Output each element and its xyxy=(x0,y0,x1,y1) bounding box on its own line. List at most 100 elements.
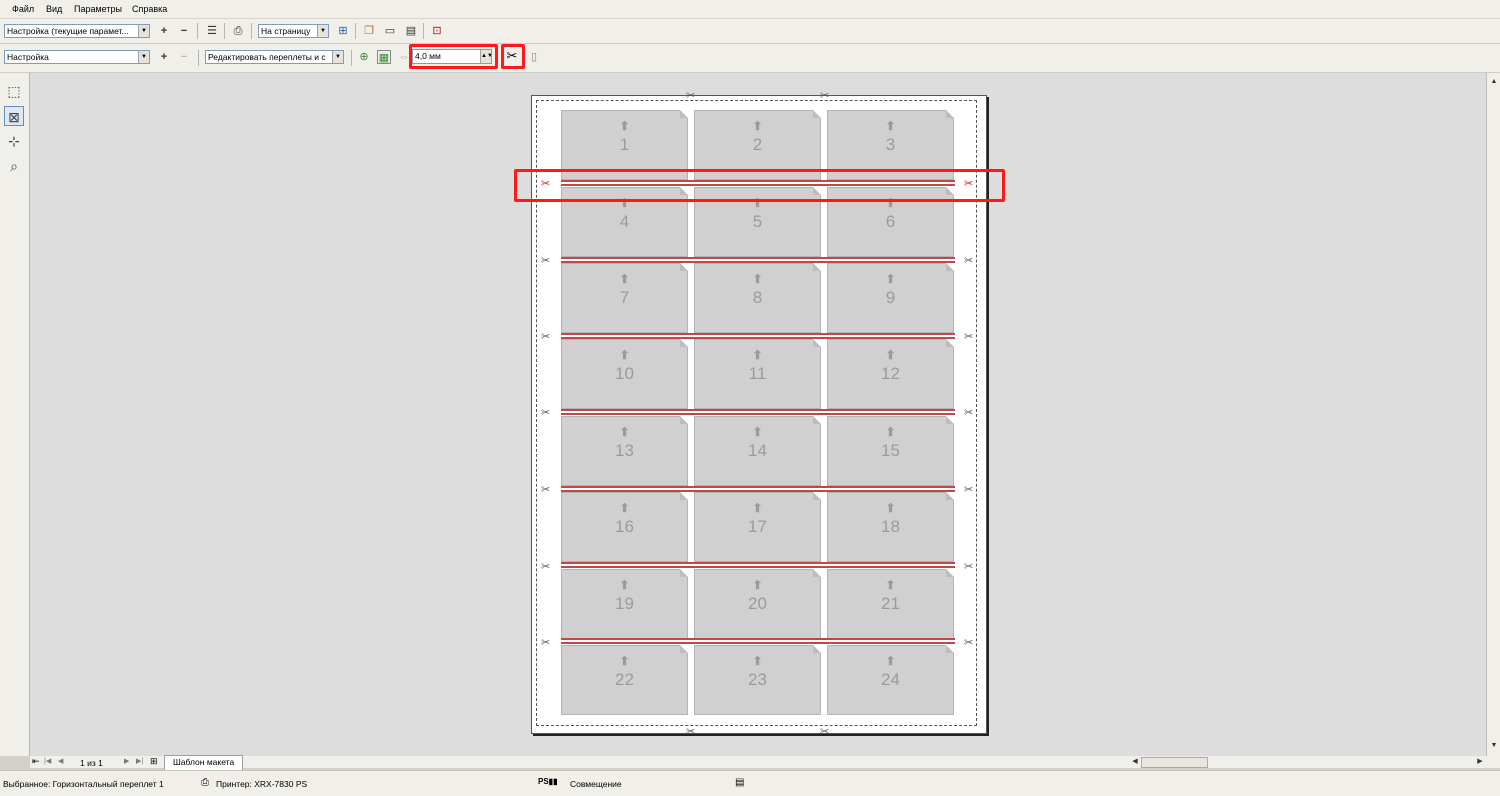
up-arrow-icon: ⬆ xyxy=(752,272,763,286)
card[interactable]: ⬆ 24 xyxy=(827,645,954,715)
remove-preset-icon[interactable]: − xyxy=(177,24,191,38)
card-number: 7 xyxy=(619,288,630,307)
prev-page-icon[interactable]: ◀ xyxy=(58,757,63,765)
menu-help[interactable]: Справка xyxy=(132,4,167,14)
up-arrow-icon: ⬆ xyxy=(619,654,630,668)
cut-mark-scissors-icon: ✂ xyxy=(820,90,830,102)
remove-layout-icon[interactable]: − xyxy=(177,50,191,64)
cut-mark-scissors-icon: ✂ xyxy=(964,407,974,419)
card-number: 1 xyxy=(619,135,630,154)
card[interactable]: ⬆ 8 xyxy=(694,263,821,333)
edit-mode-value: Редактировать переплеты и с xyxy=(208,52,326,62)
prev-start-icon[interactable]: |◀ xyxy=(44,757,51,765)
first-page-icon[interactable]: ⇤ xyxy=(32,756,40,767)
marks-placement-tool-icon[interactable]: ⊹ xyxy=(4,131,24,151)
chevron-down-icon: ▼ xyxy=(317,25,328,37)
tab-layout-template[interactable]: Шаблон макета xyxy=(164,755,244,771)
cut-mark-scissors-icon: ✂ xyxy=(686,726,696,738)
horizontal-gutter-line[interactable] xyxy=(561,333,955,339)
edit-mode-dropdown[interactable]: Редактировать переплеты и с ▼ xyxy=(205,50,344,64)
cut-mark-scissors-icon: ✂ xyxy=(964,255,974,267)
card[interactable]: ⬆ 19 xyxy=(561,569,688,639)
card-number: 6 xyxy=(885,212,896,231)
horizontal-gutter-line[interactable] xyxy=(561,638,955,644)
scroll-right-icon[interactable]: ▶ xyxy=(1474,756,1486,768)
card[interactable]: ⬆ 21 xyxy=(827,569,954,639)
card[interactable]: ⬆ 11 xyxy=(694,339,821,409)
next-page-icon[interactable]: ▶ xyxy=(124,757,129,765)
card[interactable]: ⬆ 12 xyxy=(827,339,954,409)
card[interactable]: ⬆ 15 xyxy=(827,416,954,486)
print-icon[interactable]: ⎙ xyxy=(231,24,245,38)
up-arrow-icon: ⬆ xyxy=(885,654,896,668)
horizontal-gutter-line[interactable] xyxy=(561,257,955,263)
up-arrow-icon: ⬆ xyxy=(885,425,896,439)
preset-dropdown[interactable]: Настройка (текущие парамет... ▼ xyxy=(4,24,150,38)
cut-mark-scissors-icon: ✂ xyxy=(541,484,551,496)
document-info-icon[interactable]: ▤ xyxy=(735,777,744,788)
card[interactable]: ⬆ 22 xyxy=(561,645,688,715)
card[interactable]: ⬆ 9 xyxy=(827,263,954,333)
chevron-down-icon: ▼ xyxy=(138,25,149,37)
zoom-dropdown[interactable]: На страницу ▼ xyxy=(258,24,329,38)
separator xyxy=(224,23,225,39)
add-preset-icon[interactable]: + xyxy=(157,24,171,38)
up-arrow-icon: ⬆ xyxy=(885,119,896,133)
up-arrow-icon: ⬆ xyxy=(619,425,630,439)
up-arrow-icon: ⬆ xyxy=(885,578,896,592)
card-number: 10 xyxy=(615,364,634,383)
scroll-left-icon[interactable]: ◀ xyxy=(1129,756,1141,768)
card-number: 21 xyxy=(881,594,900,613)
zoom-tool-icon[interactable]: ⌕ xyxy=(4,156,24,176)
copies-icon[interactable]: ❐ xyxy=(362,24,376,38)
up-arrow-icon: ⬆ xyxy=(885,272,896,286)
card-number: 8 xyxy=(752,288,763,307)
scroll-down-icon[interactable]: ▼ xyxy=(1488,740,1500,752)
card[interactable]: ⬆ 10 xyxy=(561,339,688,409)
layout-icon[interactable]: ▭ xyxy=(383,24,397,38)
scroll-thumb[interactable] xyxy=(1141,757,1208,768)
card-number: 3 xyxy=(885,135,896,154)
gutter-layout-icon[interactable]: ▦ xyxy=(377,50,391,64)
menu-file[interactable]: Файл xyxy=(12,4,34,14)
cut-mark-scissors-icon: ✂ xyxy=(541,637,551,649)
document-icon[interactable]: ▤ xyxy=(404,24,418,38)
card-number: 18 xyxy=(881,517,900,536)
card[interactable]: ⬆ 7 xyxy=(561,263,688,333)
marks-icon[interactable]: ▯ xyxy=(527,50,541,64)
separations-icon: PS▮▮ xyxy=(538,777,558,786)
add-gutter-icon[interactable]: ⊕ xyxy=(357,50,371,64)
last-page-icon[interactable]: ▶| xyxy=(136,757,143,765)
add-page-icon[interactable]: ⊞ xyxy=(150,756,158,767)
print-options-icon[interactable]: ☰ xyxy=(205,24,219,38)
card-number: 20 xyxy=(748,594,767,613)
imposition-tool-icon[interactable]: ⊠ xyxy=(4,106,24,126)
cut-mark-scissors-icon: ✂ xyxy=(541,331,551,343)
horizontal-gutter-line[interactable] xyxy=(561,486,955,492)
card[interactable]: ⬆ 14 xyxy=(694,416,821,486)
horizontal-gutter-line[interactable] xyxy=(561,409,955,415)
zoom-fit-icon[interactable]: ⊞ xyxy=(336,24,350,38)
card-number: 4 xyxy=(619,212,630,231)
menu-view[interactable]: Вид xyxy=(46,4,62,14)
scroll-up-icon[interactable]: ▲ xyxy=(1488,76,1500,88)
add-layout-icon[interactable]: + xyxy=(157,50,171,64)
status-separations: Совмещение xyxy=(570,779,622,789)
card[interactable]: ⬆ 17 xyxy=(694,492,821,562)
card[interactable]: ⬆ 23 xyxy=(694,645,821,715)
cut-mark-scissors-icon: ✂ xyxy=(964,331,974,343)
close-preview-icon[interactable]: ⊡ xyxy=(430,24,444,38)
menu-options[interactable]: Параметры xyxy=(74,4,122,14)
pick-tool-icon[interactable]: ⬚ xyxy=(4,81,24,101)
card[interactable]: ⬆ 20 xyxy=(694,569,821,639)
card[interactable]: ⬆ 13 xyxy=(561,416,688,486)
cut-mark-scissors-icon: ✂ xyxy=(541,178,551,190)
card[interactable]: ⬆ 18 xyxy=(827,492,954,562)
card[interactable]: ⬆ 16 xyxy=(561,492,688,562)
horizontal-gutter-line[interactable] xyxy=(561,562,955,568)
layout-preset-dropdown[interactable]: Настройка ▼ xyxy=(4,50,150,64)
horizontal-scrollbar[interactable]: ◀ ▶ xyxy=(1127,756,1500,768)
up-arrow-icon: ⬆ xyxy=(752,119,763,133)
vertical-scrollbar[interactable]: ▲ ▼ xyxy=(1486,73,1500,756)
up-arrow-icon: ⬆ xyxy=(619,578,630,592)
